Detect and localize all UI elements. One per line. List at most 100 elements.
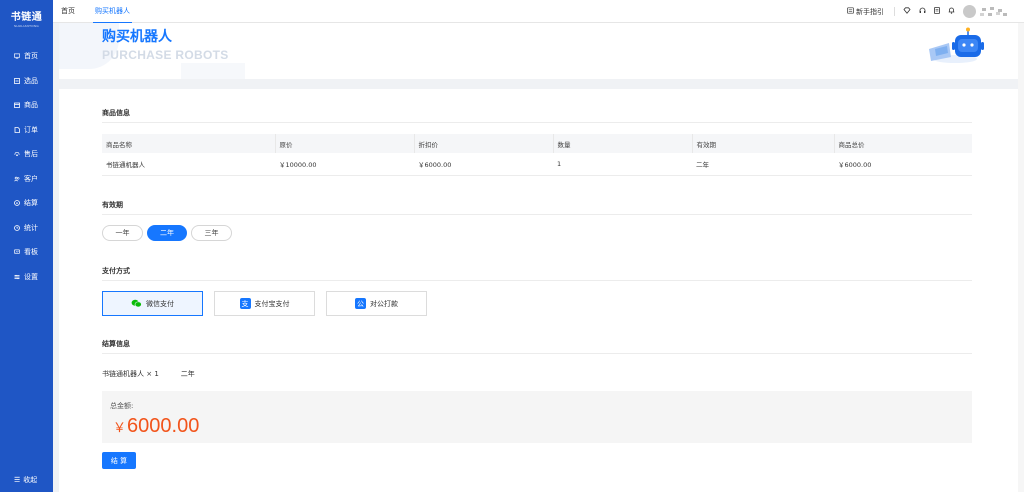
customer-icon (14, 176, 20, 182)
column-header: 数量 (553, 134, 693, 153)
avatar[interactable] (963, 5, 976, 18)
total-amount: ￥6000.00 (113, 415, 199, 438)
period-option-one-year[interactable]: 一年 (102, 225, 143, 241)
column-header: 商品名称 (102, 134, 276, 153)
payment-option-label: 支付宝支付 (254, 299, 290, 308)
app-logo[interactable]: 书链通 SHULIANTONG (0, 8, 53, 28)
sidebar-item-label: 看板 (24, 248, 38, 257)
page-header: 购买机器人 PURCHASE ROBOTS (59, 23, 1018, 79)
sidebar-item-label: 售后 (24, 150, 38, 159)
checkout-button[interactable]: 结 算 (102, 452, 136, 469)
column-header: 原价 (275, 134, 415, 153)
divider (102, 353, 972, 354)
cell-discount-price: ￥6000.00 (414, 153, 553, 176)
cell-original-price: ￥10000.00 (275, 153, 414, 176)
total-panel: 总金额: ￥6000.00 (102, 391, 972, 443)
sidebar-collapse-button[interactable]: ☰ 收起 (0, 472, 53, 488)
column-header: 商品总价 (834, 134, 972, 153)
guide-label: 新手指引 (856, 7, 884, 16)
period-option-three-years[interactable]: 三年 (191, 225, 232, 241)
page-subtitle: PURCHASE ROBOTS (102, 48, 229, 62)
sidebar-item-stats[interactable]: 统计 (0, 216, 53, 241)
cell-validity: 二年 (692, 153, 834, 176)
tab-home[interactable]: 首页 (61, 0, 75, 23)
section-title-payment: 支付方式 (102, 267, 130, 275)
sidebar-item-label: 统计 (24, 223, 38, 232)
sidebar-item-customer[interactable]: 客户 (0, 167, 53, 192)
section-title-settlement: 结算信息 (102, 340, 130, 348)
diamond-icon[interactable] (903, 7, 911, 16)
column-header: 有效期 (692, 134, 835, 153)
sidebar-item-label: 订单 (24, 125, 38, 134)
page-title: 购买机器人 (102, 29, 172, 45)
period-option-two-years[interactable]: 二年 (147, 225, 187, 241)
document-icon[interactable] (934, 7, 940, 16)
settle-icon: ¥ (14, 200, 20, 207)
board-icon (14, 249, 20, 255)
payment-option-wechat[interactable]: 微信支付 (102, 291, 203, 316)
stats-icon (14, 224, 20, 231)
select-icon (14, 77, 20, 84)
sidebar-item-order[interactable]: 订单 (0, 118, 53, 143)
sidebar-item-aftersale[interactable]: 售后 (0, 142, 53, 167)
aftersale-icon (14, 151, 20, 157)
currency-symbol: ￥ (113, 420, 127, 435)
sidebar-item-label: 客户 (24, 174, 38, 183)
payment-option-bank-transfer[interactable]: 公 对公打款 (326, 291, 427, 316)
payment-option-label: 对公打款 (370, 299, 398, 308)
column-header: 折扣价 (414, 134, 554, 153)
sidebar-item-goods[interactable]: 商品 (0, 93, 53, 118)
top-bar: 首页 购买机器人 新手指引 (53, 0, 1024, 23)
sidebar-item-home[interactable]: 首页 (0, 44, 53, 69)
cell-total-price: ￥6000.00 (834, 153, 972, 176)
main-content: 商品信息 商品名称 原价 折扣价 数量 有效期 商品总价 书链通机器人 ￥100… (59, 89, 1018, 492)
goods-icon (14, 102, 20, 109)
guide-button[interactable]: 新手指引 (847, 7, 884, 17)
logo-text: 书链通 (10, 12, 43, 23)
total-label: 总金额: (110, 402, 134, 410)
sidebar-item-label: 首页 (24, 52, 38, 61)
sidebar-item-select[interactable]: 选品 (0, 69, 53, 94)
section-title-product-info: 商品信息 (102, 109, 130, 117)
sidebar-item-label: 结算 (24, 199, 38, 208)
sidebar-nav: 首页 选品 商品 订单 售后 客户 ¥ 结算 统计 看板 设置 (0, 44, 53, 289)
settlement-item: 书链通机器人 × 1 (102, 370, 159, 378)
total-amount-value: 6000.00 (127, 415, 200, 437)
divider (102, 214, 972, 215)
bank-transfer-icon: 公 (355, 298, 366, 309)
settlement-period: 二年 (180, 370, 195, 378)
table-header-row: 商品名称 原价 折扣价 数量 有效期 商品总价 (102, 134, 972, 153)
alipay-icon: 支 (239, 298, 251, 309)
cell-product-name: 书链通机器人 (102, 153, 275, 176)
settlement-summary: 书链通机器人 × 1 二年 (102, 369, 195, 379)
divider (102, 122, 972, 123)
sidebar-item-label: 选品 (24, 76, 38, 85)
payment-option-alipay[interactable]: 支 支付宝支付 (214, 291, 315, 316)
scrollbar[interactable] (1018, 23, 1024, 492)
header-decoration (181, 63, 245, 79)
table-row: 书链通机器人 ￥10000.00 ￥6000.00 1 二年 ￥6000.00 (102, 153, 972, 176)
monitor-icon (14, 53, 20, 59)
top-toolbar: 新手指引 (847, 0, 1008, 23)
headset-icon[interactable] (919, 7, 926, 16)
payment-option-label: 微信支付 (146, 299, 174, 308)
order-icon (14, 126, 20, 133)
guide-icon (847, 7, 854, 16)
settings-icon (14, 274, 20, 280)
product-table: 商品名称 原价 折扣价 数量 有效期 商品总价 书链通机器人 ￥10000.00… (102, 134, 972, 176)
sidebar-item-board[interactable]: 看板 (0, 240, 53, 265)
sidebar-item-settle[interactable]: ¥ 结算 (0, 191, 53, 216)
tab-purchase-robots[interactable]: 购买机器人 (93, 0, 132, 23)
menu-icon: ☰ (14, 476, 21, 484)
sidebar-item-label: 商品 (24, 101, 38, 110)
logo-subtext: SHULIANTONG (14, 24, 39, 28)
sidebar-item-settings[interactable]: 设置 (0, 265, 53, 290)
user-name-blurred[interactable] (980, 6, 1008, 17)
collapse-label: 收起 (23, 476, 38, 484)
bell-icon[interactable] (948, 7, 955, 16)
wechat-icon (131, 298, 142, 309)
section-title-validity: 有效期 (102, 201, 123, 209)
sidebar-item-label: 设置 (24, 272, 38, 281)
cell-quantity: 1 (553, 153, 692, 176)
sidebar: 书链通 SHULIANTONG 首页 选品 商品 订单 售后 客户 ¥ 结算 统… (0, 0, 53, 492)
